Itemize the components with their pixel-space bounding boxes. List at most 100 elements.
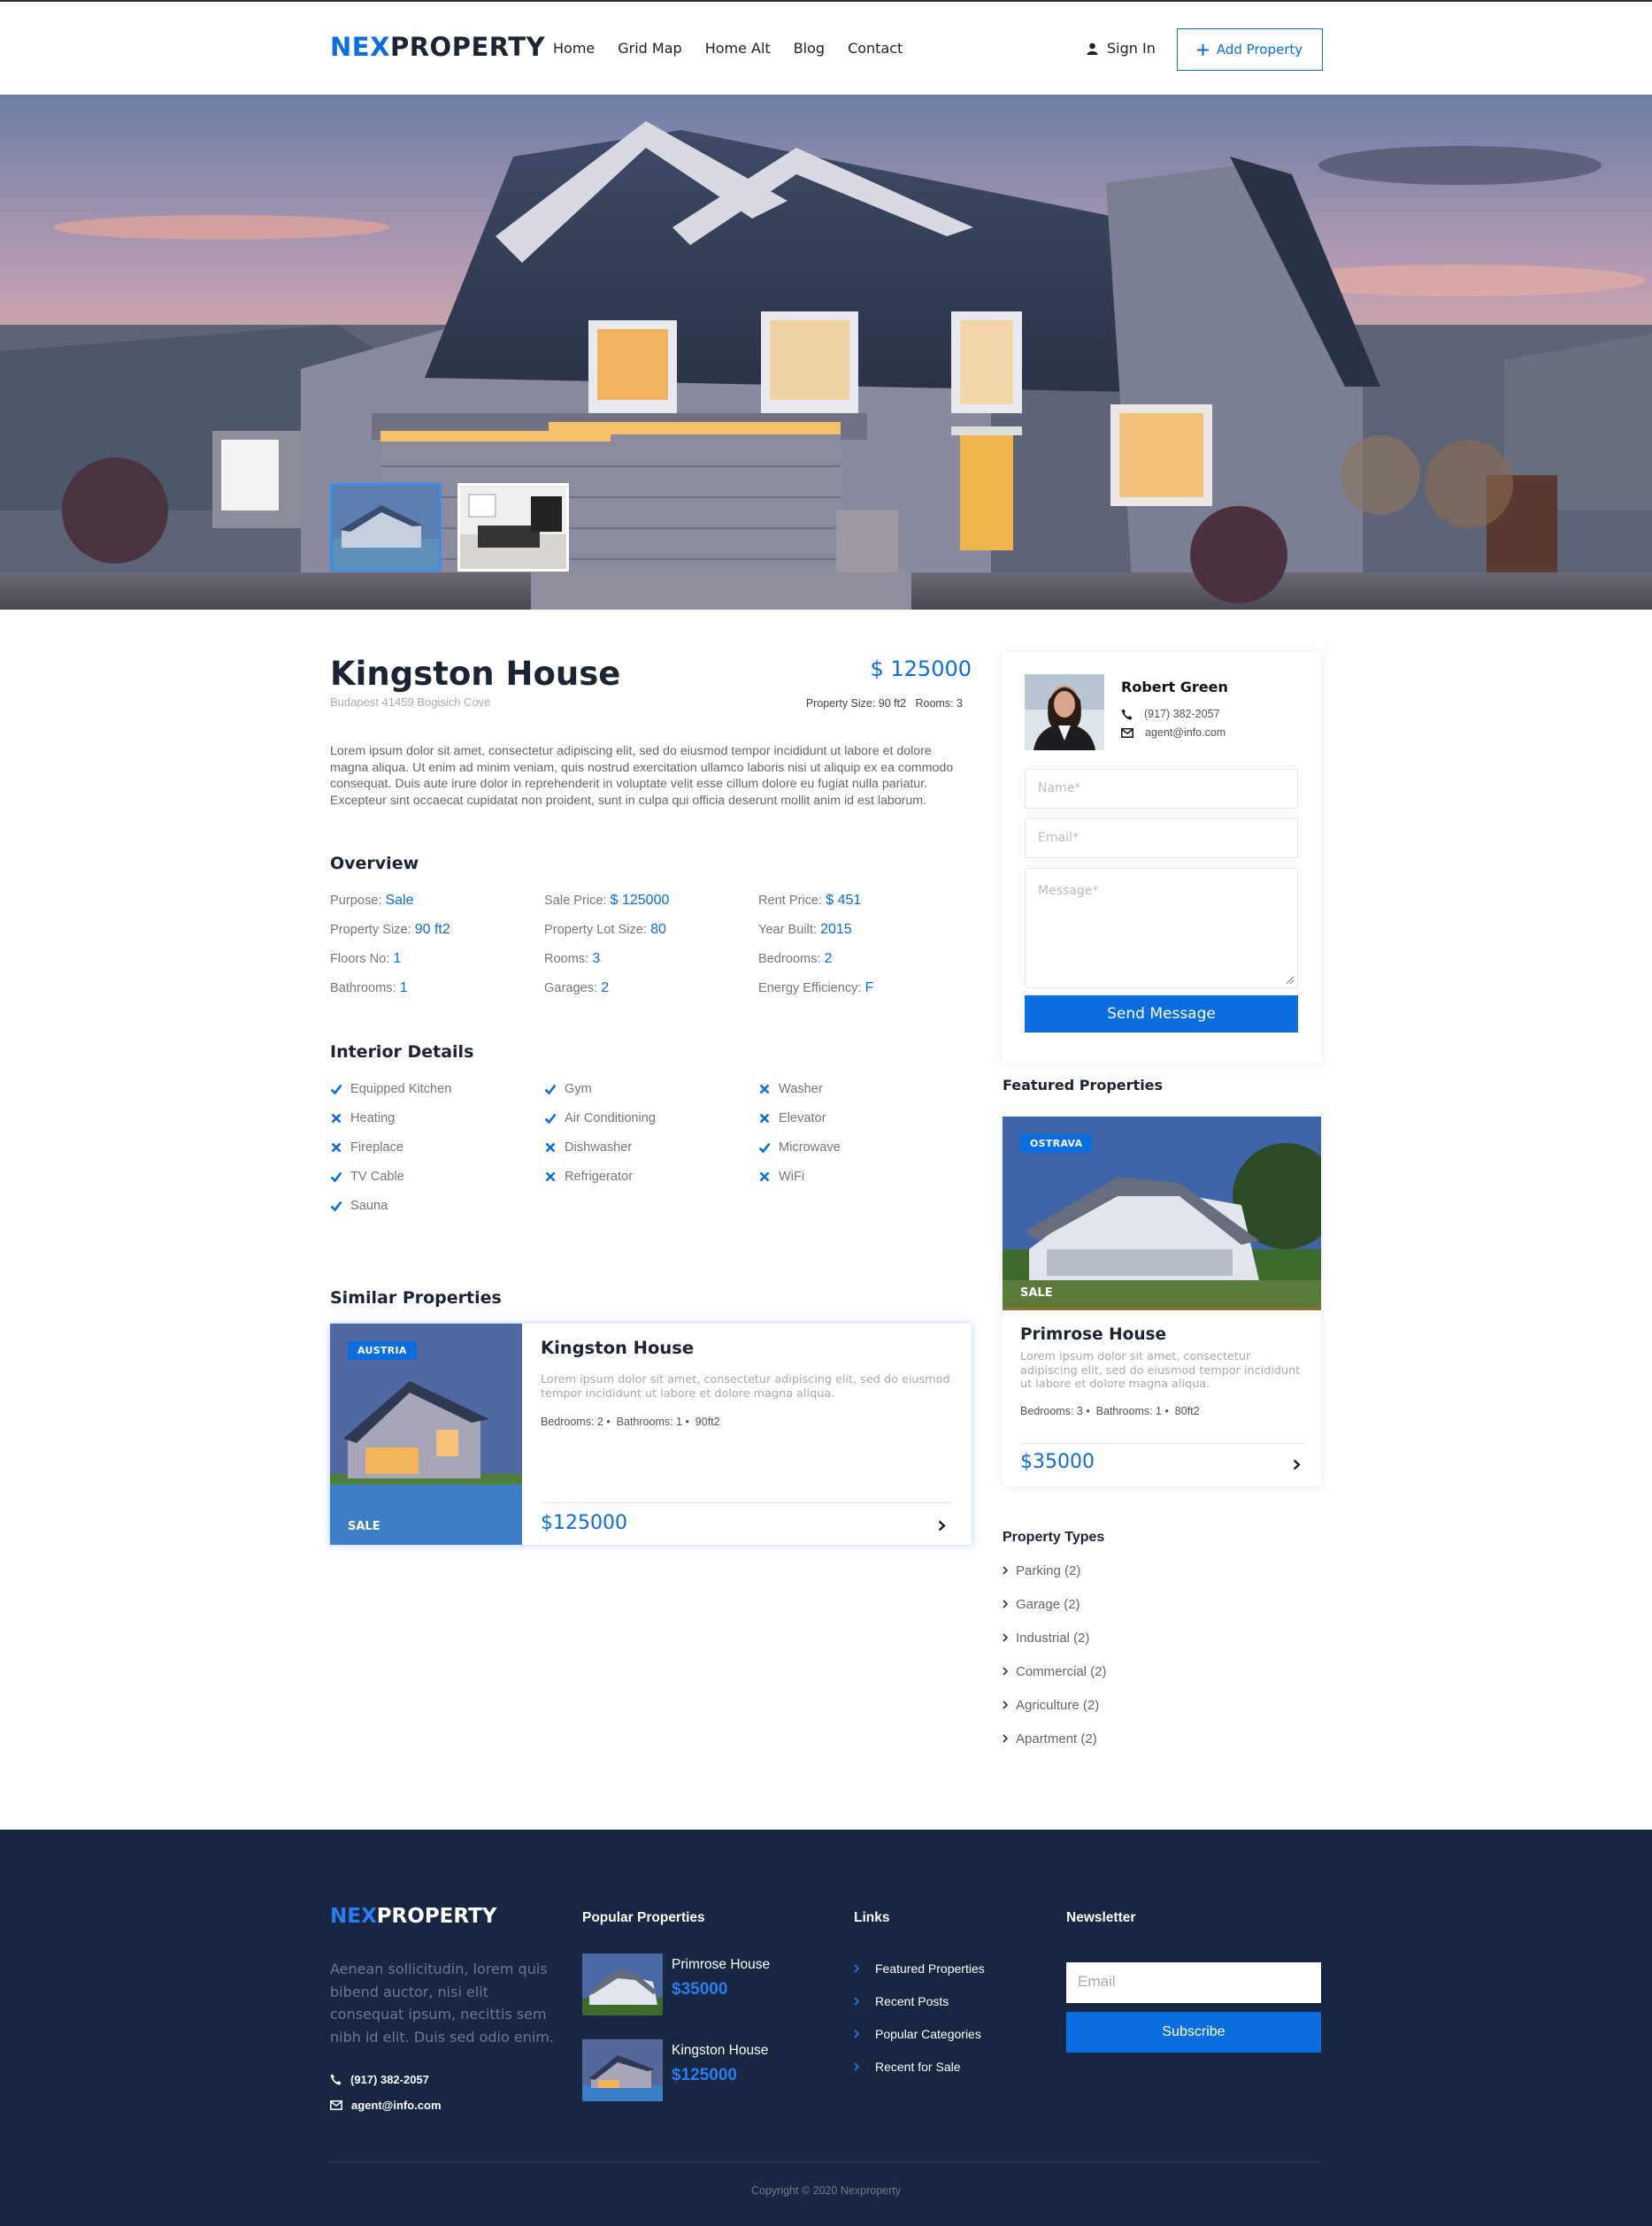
cross-icon — [331, 1113, 342, 1124]
chevron-right-icon — [1003, 1633, 1008, 1642]
chevron-right-icon[interactable] — [938, 1520, 946, 1531]
agent-phone[interactable]: (917) 382-2057 — [1121, 708, 1219, 720]
similar-card-title[interactable]: Kingston House — [541, 1338, 694, 1358]
overview-item: Garages: 2 — [544, 980, 609, 995]
interior-feature: Fireplace — [330, 1140, 544, 1155]
nav-contact[interactable]: Contact — [848, 40, 903, 57]
property-type-item[interactable]: Garage (2) — [1003, 1595, 1107, 1613]
interior-feature: Heating — [330, 1110, 544, 1126]
phone-icon — [330, 2074, 342, 2085]
overview-item: Bathrooms: 1 — [330, 980, 408, 995]
check-icon — [544, 1113, 557, 1125]
hero-thumbnail-interior[interactable] — [457, 483, 569, 572]
subscribe-button[interactable]: Subscribe — [1066, 2012, 1321, 2053]
nav-home-alt[interactable]: Home Alt — [705, 40, 771, 57]
nav-blog[interactable]: Blog — [794, 40, 825, 57]
popular-property-item[interactable]: Primrose House $35000 — [582, 1954, 770, 2015]
featured-property-card[interactable]: OSTRAVA SALE Primrose House Lorem ipsum … — [1003, 1117, 1321, 1486]
footer-link[interactable]: Recent Posts — [854, 1994, 949, 2008]
featured-card-title[interactable]: Primrose House — [1020, 1325, 1166, 1344]
overview-item: Year Built: 2015 — [758, 922, 852, 937]
message-textarea[interactable]: Message* — [1025, 868, 1298, 988]
overview-item: Energy Efficiency: F — [758, 980, 874, 995]
resize-handle-icon[interactable] — [1286, 976, 1295, 985]
interior-feature: Elevator — [758, 1110, 972, 1126]
site-footer: NEXPROPERTY Aenean sollicitudin, lorem q… — [0, 1830, 1652, 2226]
sign-in-link[interactable]: Sign In — [1087, 40, 1156, 57]
featured-card-description: Lorem ipsum dolor sit amet, consectetur … — [1020, 1350, 1301, 1391]
popular-property-item[interactable]: Kingston House $125000 — [582, 2039, 768, 2101]
overview-item: Property Size: 90 ft2 — [330, 922, 450, 937]
interior-feature: TV Cable — [330, 1169, 544, 1185]
logo[interactable]: NEXPROPERTY — [330, 32, 545, 62]
similar-sale-label: SALE — [348, 1520, 380, 1533]
interior-feature: Refrigerator — [544, 1169, 758, 1185]
property-description: Lorem ipsum dolor sit amet, consectetur … — [330, 744, 954, 808]
featured-card-price: $35000 — [1020, 1451, 1095, 1473]
overview-item: Rent Price: $ 451 — [758, 893, 862, 908]
popular-property-thumbnail — [582, 1954, 663, 2015]
property-price: $ 125000 — [870, 656, 972, 681]
footer-link[interactable]: Popular Categories — [854, 2027, 981, 2041]
similar-card-price: $125000 — [541, 1512, 627, 1534]
nav-home[interactable]: Home — [553, 40, 595, 57]
chevron-right-icon[interactable] — [1293, 1459, 1301, 1470]
interior-feature: Gym — [544, 1081, 758, 1097]
footer-link[interactable]: Recent for Sale — [854, 2060, 961, 2074]
newsletter-email-input[interactable]: Email — [1066, 1962, 1321, 2003]
email-input[interactable]: Email* — [1025, 818, 1298, 858]
chevron-right-icon — [1003, 1566, 1008, 1575]
property-type-item[interactable]: Parking (2) — [1003, 1562, 1107, 1579]
chevron-right-icon — [1003, 1600, 1008, 1608]
footer-about-text: Aenean sollicitudin, lorem quis bibend a… — [330, 1961, 554, 2046]
copyright-text: Copyright © 2020 Nexproperty — [750, 2184, 902, 2197]
check-icon — [330, 1201, 342, 1212]
property-types-list: Parking (2) Garage (2) Industrial (2) Comme… — [1003, 1562, 1107, 1747]
main-nav: Home Grid Map Home Alt Blog Contact — [553, 40, 903, 57]
footer-divider — [330, 2161, 1321, 2162]
property-type-item[interactable]: Agriculture (2) — [1003, 1696, 1107, 1714]
newsletter-heading: Newsletter — [1066, 1910, 1136, 1925]
interior-feature: Equipped Kitchen — [330, 1081, 544, 1097]
footer-email[interactable]: agent@info.com — [330, 2099, 442, 2112]
chevron-right-icon — [1003, 1667, 1008, 1676]
featured-card-divider — [1020, 1443, 1303, 1444]
phone-icon — [1121, 709, 1133, 719]
footer-phone[interactable]: (917) 382-2057 — [330, 2073, 429, 2086]
hero-image — [0, 95, 1652, 610]
chevron-right-icon — [854, 2062, 859, 2071]
add-property-button[interactable]: Add Property — [1177, 28, 1323, 71]
interior-feature: Dishwasher — [544, 1140, 758, 1155]
property-type-item[interactable]: Industrial (2) — [1003, 1629, 1107, 1646]
cross-icon — [759, 1171, 770, 1182]
property-type-item[interactable]: Commercial (2) — [1003, 1662, 1107, 1680]
property-types-widget: Property Types Parking (2) Garage (2) Indu… — [1003, 1530, 1107, 1763]
featured-heading: Featured Properties — [1003, 1077, 1164, 1094]
plus-icon — [1196, 43, 1209, 56]
name-input[interactable]: Name* — [1025, 769, 1298, 809]
cross-icon — [545, 1142, 556, 1153]
interior-feature: Sauna — [330, 1198, 544, 1214]
send-message-button[interactable]: Send Message — [1025, 995, 1298, 1032]
site-header: NEXPROPERTY Home Grid Map Home Alt Blog … — [0, 2, 1652, 95]
featured-card-meta: Bedrooms: 3 • Bathrooms: 1 • 80ft2 — [1020, 1405, 1200, 1417]
footer-logo[interactable]: NEXPROPERTY — [330, 1905, 496, 1928]
hero-thumbnail-exterior[interactable] — [330, 483, 442, 572]
property-type-item[interactable]: Apartment (2) — [1003, 1730, 1107, 1747]
interior-feature: WiFi — [758, 1169, 972, 1185]
overview-item: Sale Price: $ 125000 — [544, 893, 670, 908]
overview-item: Property Lot Size: 80 — [544, 922, 666, 937]
overview-grid: Purpose: Sale Sale Price: $ 125000 Rent … — [330, 893, 972, 996]
similar-property-card[interactable]: AUSTRIA SALE Kingston House Lorem ipsum … — [330, 1324, 972, 1545]
overview-item: Bedrooms: 2 — [758, 951, 833, 966]
envelope-icon — [330, 2100, 342, 2110]
footer-link[interactable]: Featured Properties — [854, 1961, 985, 1976]
overview-item: Purpose: Sale — [330, 893, 414, 908]
nav-grid-map[interactable]: Grid Map — [618, 40, 681, 57]
featured-sale-label: SALE — [1020, 1286, 1053, 1300]
property-title: Kingston House — [330, 655, 621, 693]
interior-heading: Interior Details — [330, 1042, 474, 1062]
links-heading: Links — [854, 1910, 890, 1925]
agent-email[interactable]: agent@info.com — [1121, 726, 1226, 739]
user-icon — [1087, 42, 1098, 55]
